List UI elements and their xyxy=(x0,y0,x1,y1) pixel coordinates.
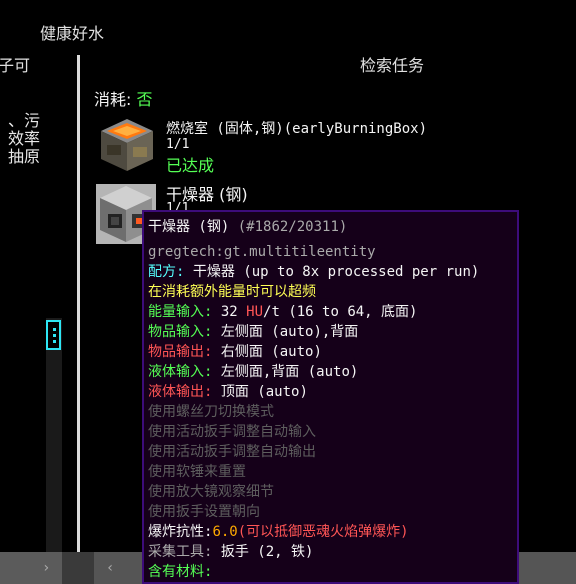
harvest-label: 采集工具: xyxy=(148,544,213,560)
tooltip-hint: 使用扳手设置朝向 xyxy=(148,504,260,520)
tooltip-fluid-input: 液体输入: 左侧面,背面 (auto) xyxy=(148,363,358,381)
chevron-left-icon[interactable]: ‹ xyxy=(106,560,114,576)
item-input-value: 左侧面 (auto),背面 xyxy=(220,324,359,340)
item-input-label: 物品输入: xyxy=(148,324,213,340)
scrollbar-thumb[interactable] xyxy=(46,320,61,350)
item-count: 1/1 xyxy=(166,137,190,152)
tooltip-hint: 使用软锤来重置 xyxy=(148,464,246,480)
search-task-title[interactable]: 检索任务 xyxy=(360,52,424,76)
panel-divider xyxy=(77,55,80,552)
energy-unit-rest: /t (16 to 64, 底面) xyxy=(263,304,418,320)
left-header-fragment: 子可 xyxy=(0,56,31,75)
item-name[interactable]: 燃烧室 (固体,钢)(earlyBurningBox) xyxy=(166,118,427,138)
tooltip-blast-resistance: 爆炸抗性:6.0(可以抵御恶魂火焰弹爆炸) xyxy=(148,523,409,541)
category-title: 健康好水 xyxy=(40,24,105,43)
tooltip-registry: gregtech:gt.multitileentity xyxy=(148,244,376,260)
recipe-value: 干燥器 (up to 8x processed per run) xyxy=(192,264,480,280)
item-tooltip: 干燥器 (钢) (#1862/20311) gregtech:gt.multit… xyxy=(142,210,519,584)
scrollbar-track[interactable] xyxy=(46,318,62,552)
tooltip-hint: 使用放大镜观察细节 xyxy=(148,484,274,500)
fluid-output-label: 液体输出: xyxy=(148,384,213,400)
energy-label: 能量输入: xyxy=(148,304,213,320)
tooltip-title-row: 干燥器 (钢) (#1862/20311) xyxy=(148,218,347,236)
consume-label: 消耗: xyxy=(94,90,132,109)
consume-row: 消耗: 否 xyxy=(94,86,153,110)
tooltip-energy: 能量输入: 32 HU/t (16 to 64, 底面) xyxy=(148,303,417,321)
fluid-input-label: 液体输入: xyxy=(148,364,213,380)
tooltip-title: 干燥器 (钢) xyxy=(148,219,230,235)
burning-box-icon[interactable] xyxy=(97,115,157,175)
tooltip-hint: 使用活动扳手调整自动输出 xyxy=(148,444,316,460)
recipe-label: 配方: xyxy=(148,264,185,280)
consume-value: 否 xyxy=(136,90,153,109)
tooltip-material: 含有材料: xyxy=(148,564,213,580)
fluid-input-value: 左侧面,背面 (auto) xyxy=(220,364,359,380)
tooltip-recipe: 配方: 干燥器 (up to 8x processed per run) xyxy=(148,263,479,281)
tooltip-harvest-tool: 采集工具: 扳手 (2, 铁) xyxy=(148,543,313,561)
chevron-right-icon[interactable]: › xyxy=(42,560,50,576)
harvest-value: 扳手 (2, 铁) xyxy=(220,544,314,560)
energy-amount: 32 xyxy=(220,304,238,320)
item-output-value: 右侧面 (auto) xyxy=(220,344,322,360)
blast-value: 6.0 xyxy=(212,524,238,540)
tooltip-hint: 使用活动扳手调整自动输入 xyxy=(148,424,316,440)
bottom-bar-left xyxy=(0,552,62,584)
tooltip-overclock: 在消耗额外能量时可以超频 xyxy=(148,284,316,300)
energy-unit-hu: HU xyxy=(246,304,264,320)
status-achieved: 已达成 xyxy=(166,156,215,175)
blast-note: (可以抵御恶魂火焰弹爆炸) xyxy=(237,524,409,540)
blast-label: 爆炸抗性: xyxy=(148,524,213,540)
tooltip-item-input: 物品输入: 左侧面 (auto),背面 xyxy=(148,323,358,341)
tooltip-hint: 使用螺丝刀切换模式 xyxy=(148,404,274,420)
fluid-output-value: 顶面 (auto) xyxy=(220,384,308,400)
item-output-label: 物品输出: xyxy=(148,344,213,360)
left-text-fragment-c: 抽原 xyxy=(7,147,40,166)
tooltip-fluid-output: 液体输出: 顶面 (auto) xyxy=(148,383,308,401)
tooltip-item-output: 物品输出: 右侧面 (auto) xyxy=(148,343,322,361)
tooltip-id: (#1862/20311) xyxy=(237,219,348,235)
